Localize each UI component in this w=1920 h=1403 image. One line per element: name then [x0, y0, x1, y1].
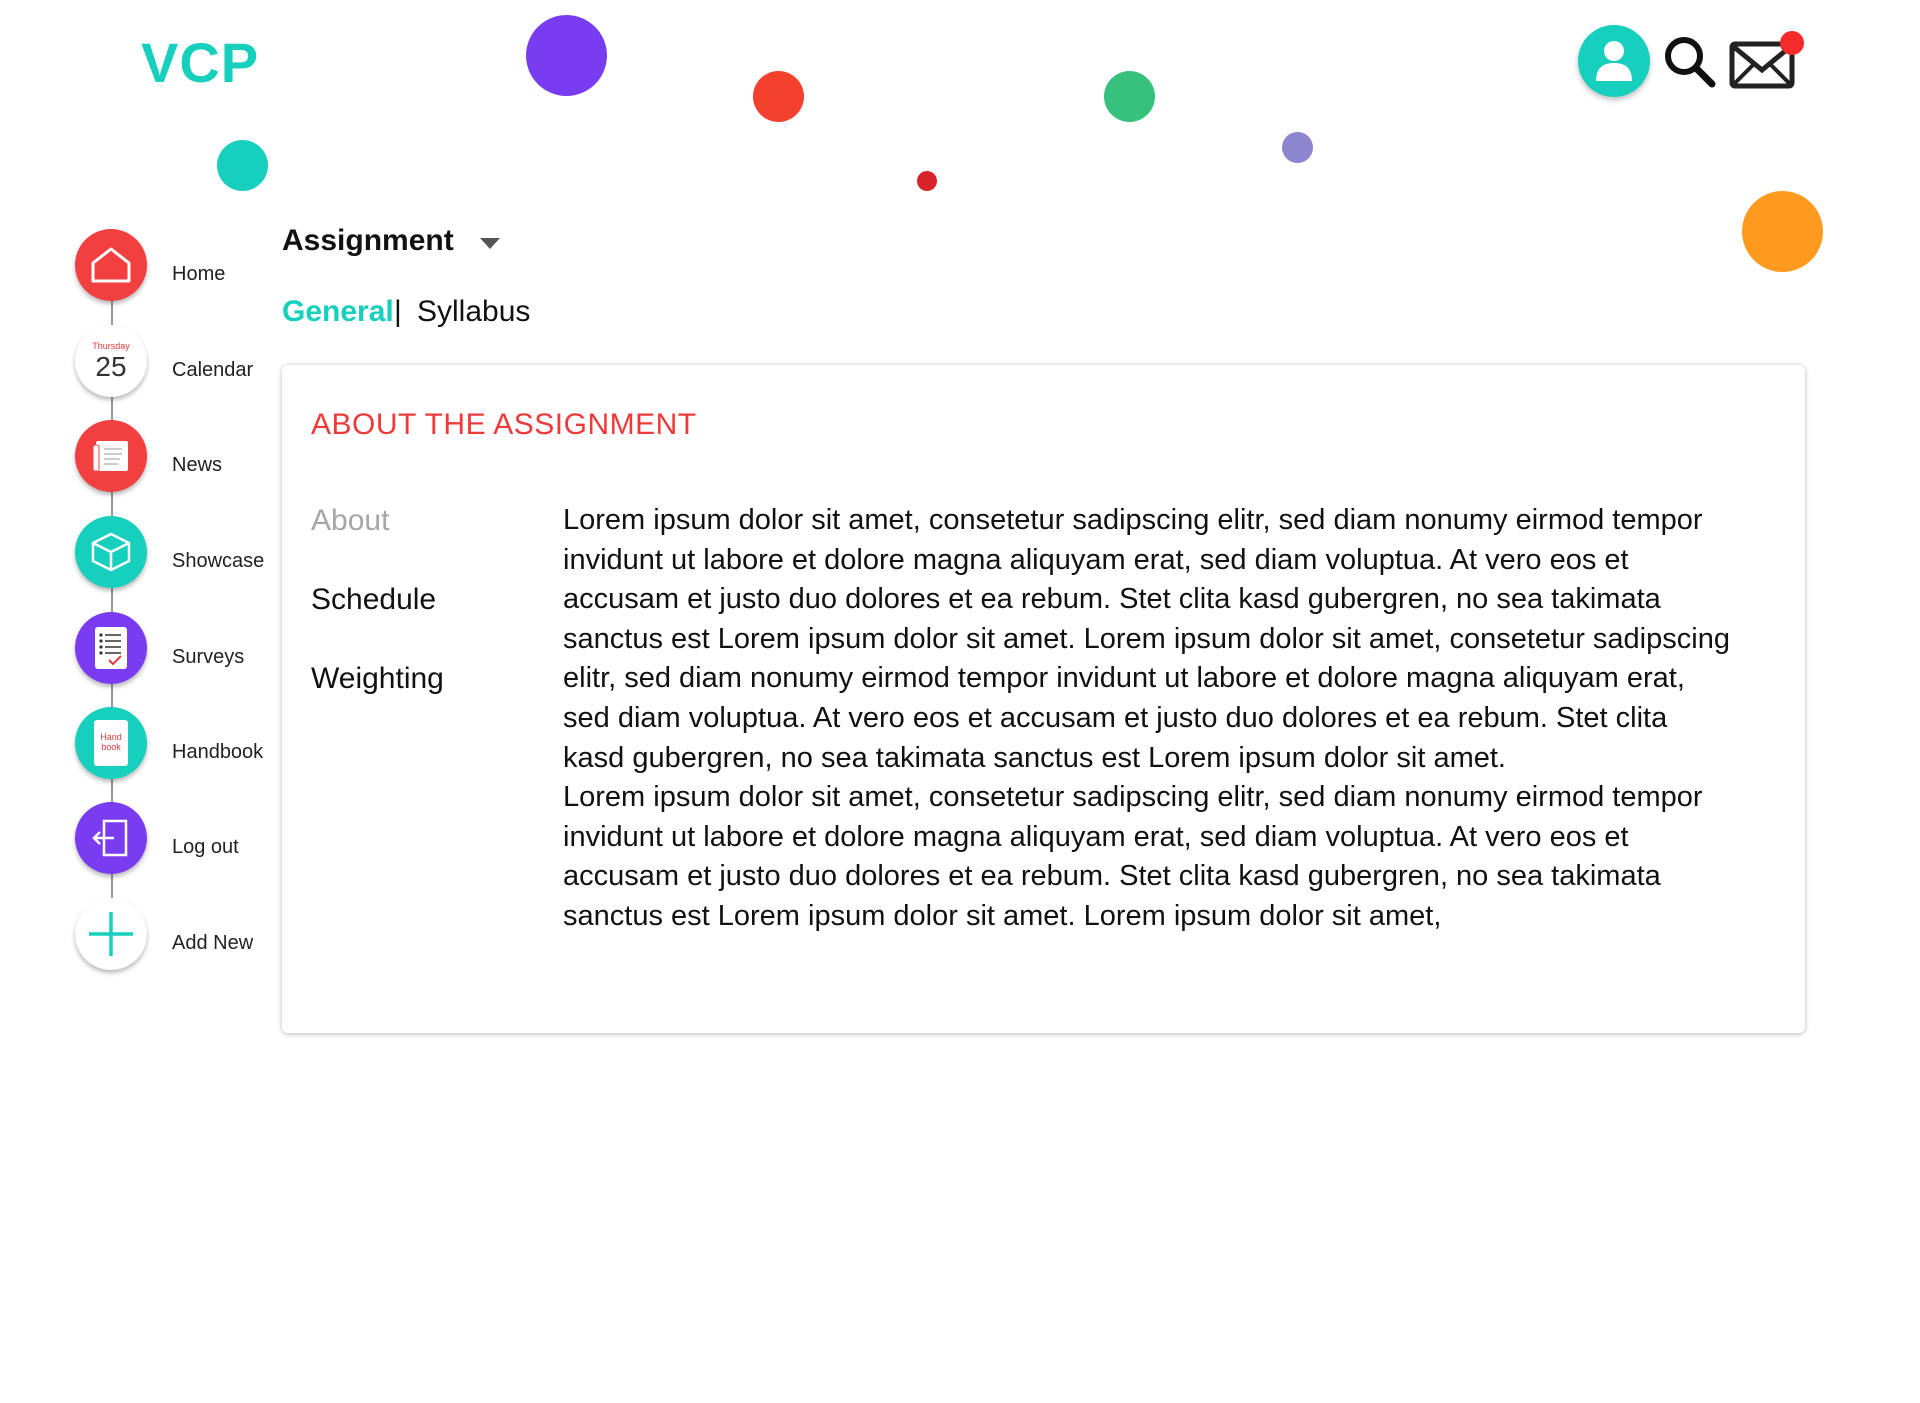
search-button[interactable] — [1662, 34, 1718, 90]
decorative-dot — [1282, 132, 1313, 163]
card-title: ABOUT THE ASSIGNMENT — [311, 408, 697, 441]
sidebar-item-logout[interactable]: Log out — [75, 802, 285, 878]
sidebar-item-label: Handbook — [172, 741, 264, 763]
sidebar-item-handbook[interactable]: Hand book Handbook — [75, 707, 285, 783]
section-link-schedule[interactable]: Schedule — [311, 583, 436, 617]
decorative-dot — [753, 71, 804, 122]
section-link-about[interactable]: About — [311, 504, 389, 538]
calendar-icon: Thursday 25 — [92, 340, 130, 382]
sidebar-item-home[interactable]: Home — [75, 229, 285, 305]
assignment-card: ABOUT THE ASSIGNMENT About Schedule Weig… — [282, 365, 1805, 1033]
sidebar-item-news[interactable]: News — [75, 420, 285, 496]
sidebar-item-label: Surveys — [172, 646, 245, 668]
sidebar-item-label: Home — [172, 263, 226, 285]
sidebar-item-label: News — [172, 454, 223, 476]
sidebar-item-surveys[interactable]: Surveys — [75, 612, 285, 688]
sidebar-item-label: Log out — [172, 836, 239, 858]
search-icon — [1665, 37, 1716, 88]
survey-icon — [95, 627, 127, 669]
decorative-dot — [917, 171, 937, 191]
section-link-weighting[interactable]: Weighting — [311, 662, 444, 696]
app-logo[interactable]: VCP — [141, 30, 259, 95]
sidebar-item-showcase[interactable]: Showcase — [75, 516, 285, 592]
handbook-icon: Hand book — [94, 720, 128, 766]
decorative-dot — [1104, 71, 1155, 122]
sidebar-item-add-new[interactable]: Add New — [75, 898, 285, 974]
description-paragraph: Lorem ipsum dolor sit amet, consetetur s… — [563, 504, 1730, 774]
tab-separator: | — [394, 295, 402, 328]
news-icon — [92, 441, 128, 472]
box-icon — [91, 532, 131, 572]
decorative-dot — [1742, 191, 1823, 272]
assignment-description: Lorem ipsum dolor sit amet, consetetur s… — [563, 501, 1733, 937]
sidebar-item-label: Add New — [172, 932, 254, 954]
sidebar-item-label: Showcase — [172, 550, 265, 572]
chevron-down-icon[interactable] — [480, 238, 500, 249]
user-icon — [1596, 41, 1632, 81]
description-paragraph: Lorem ipsum dolor sit amet, consetetur s… — [563, 781, 1703, 932]
tab-syllabus[interactable]: Syllabus — [417, 295, 530, 329]
decorative-dot — [526, 15, 607, 96]
decorative-dot — [217, 140, 268, 191]
sidebar-item-calendar[interactable]: Thursday 25 Calendar — [75, 325, 285, 401]
plus-icon — [89, 912, 133, 956]
logout-icon — [92, 819, 128, 857]
page-title: Assignment — [282, 224, 454, 257]
home-icon — [91, 247, 131, 283]
tab-general[interactable]: General — [282, 295, 394, 329]
notification-badge — [1780, 31, 1804, 55]
profile-button[interactable] — [1578, 25, 1650, 97]
sidebar-item-label: Calendar — [172, 359, 254, 381]
